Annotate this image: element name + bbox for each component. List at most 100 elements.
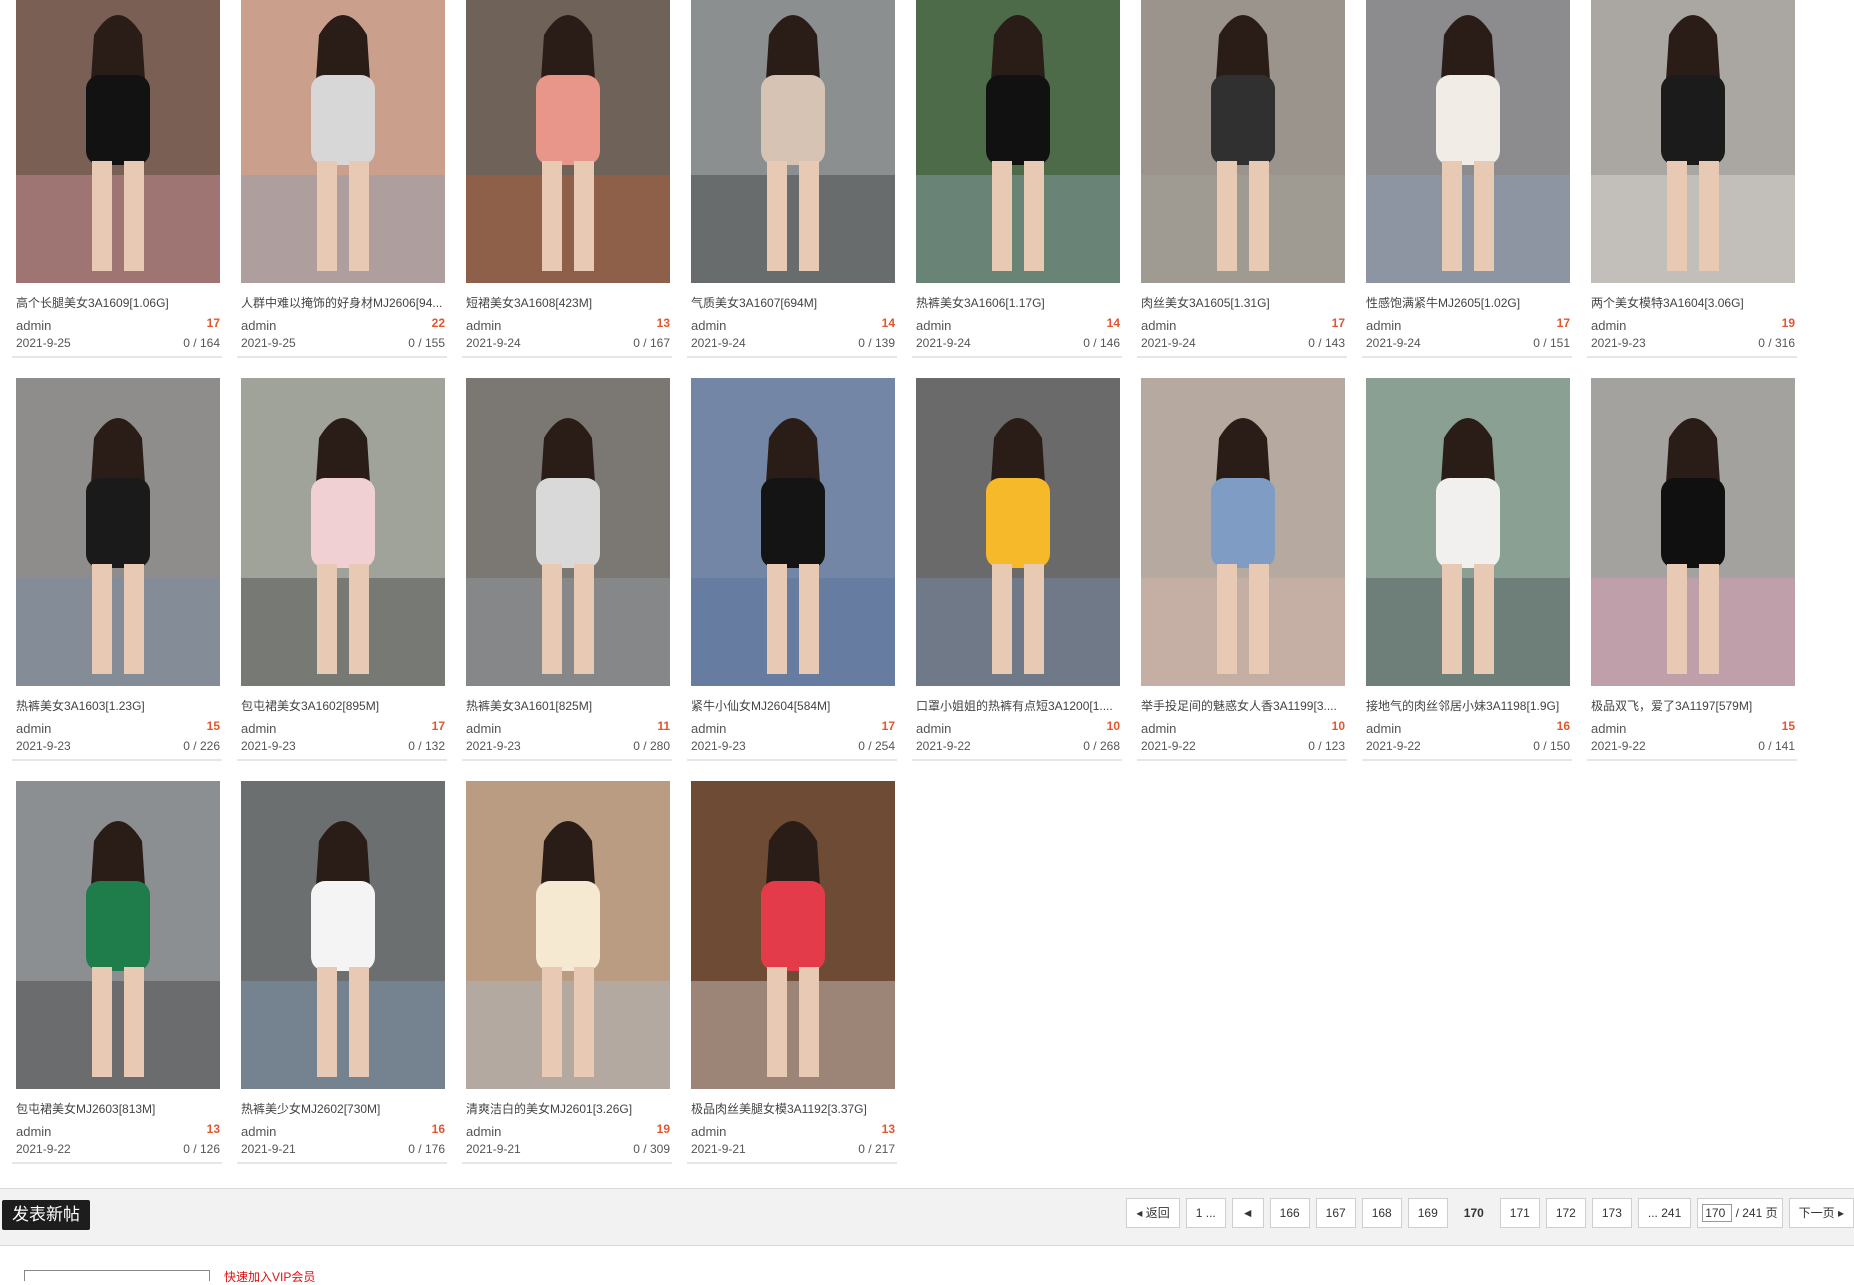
thread-title[interactable]: 极品双飞，爱了3A1197[579M] (1591, 697, 1795, 714)
thread-thumbnail[interactable] (16, 378, 220, 686)
card-divider (12, 759, 222, 761)
thread-thumbnail[interactable] (1591, 0, 1795, 283)
thread-author[interactable]: admin (1591, 318, 1626, 333)
thread-title[interactable]: 短裙美女3A1608[423M] (466, 294, 670, 311)
footer-search-input[interactable] (24, 1270, 210, 1281)
thread-card[interactable]: 高个长腿美女3A1609[1.06G] admin 17 2021-9-25 0 / 1… (12, 0, 222, 403)
prev-page-button[interactable]: ◄ (1231, 1198, 1264, 1228)
thread-card[interactable]: 肉丝美女3A1605[1.31G] admin 17 2021-9-24 0 / 143 (1137, 0, 1347, 403)
thread-author[interactable]: admin (16, 318, 51, 333)
page-169[interactable]: 169 (1407, 1198, 1448, 1228)
page-first[interactable]: 1 ... (1185, 1198, 1226, 1228)
page-171[interactable]: 171 (1499, 1198, 1540, 1228)
thread-title[interactable]: 接地气的肉丝邻居小妹3A1198[1.9G] (1366, 697, 1570, 714)
thread-author[interactable]: admin (466, 318, 501, 333)
thread-title[interactable]: 极品肉丝美腿女模3A1192[3.37G] (691, 1100, 895, 1117)
thread-thumbnail[interactable] (691, 781, 895, 1089)
thread-title[interactable]: 清爽洁白的美女MJ2601[3.26G] (466, 1100, 670, 1117)
thread-thumbnail[interactable] (16, 0, 220, 283)
thread-title[interactable]: 热裤美女3A1603[1.23G] (16, 697, 220, 714)
thread-author[interactable]: admin (916, 318, 951, 333)
thread-title[interactable]: 肉丝美女3A1605[1.31G] (1141, 294, 1345, 311)
thread-thumbnail[interactable] (16, 781, 220, 1089)
thread-author[interactable]: admin (916, 721, 951, 736)
page-167[interactable]: 167 (1315, 1198, 1356, 1228)
thread-thumbnail[interactable] (241, 781, 445, 1089)
thread-card[interactable]: 清爽洁白的美女MJ2601[3.26G] admin 19 2021-9-21 0 / … (462, 781, 672, 1209)
thread-title[interactable]: 热裤美女3A1601[825M] (466, 697, 670, 714)
thread-author[interactable]: admin (1141, 721, 1176, 736)
thread-card[interactable]: 极品肉丝美腿女模3A1192[3.37G] admin 13 2021-9-21 0 /… (687, 781, 897, 1209)
thread-author[interactable]: admin (241, 721, 276, 736)
thread-card[interactable]: 热裤美少女MJ2602[730M] admin 16 2021-9-21 0 / 176 (237, 781, 447, 1209)
thread-card[interactable]: 接地气的肉丝邻居小妹3A1198[1.9G] admin 16 2021-9-22 0 … (1362, 378, 1572, 806)
new-post-button[interactable]: 发表新帖 (2, 1200, 90, 1230)
thread-thumbnail[interactable] (916, 378, 1120, 686)
thread-title[interactable]: 口罩小姐姐的热裤有点短3A1200[1.... (916, 697, 1120, 714)
thread-title[interactable]: 热裤美女3A1606[1.17G] (916, 294, 1120, 311)
thread-author[interactable]: admin (16, 1124, 51, 1139)
page-166[interactable]: 166 (1269, 1198, 1310, 1228)
thread-thumbnail[interactable] (466, 378, 670, 686)
thread-author[interactable]: admin (466, 721, 501, 736)
card-divider (687, 759, 897, 761)
thread-card[interactable]: 短裙美女3A1608[423M] admin 13 2021-9-24 0 / 167 (462, 0, 672, 403)
thread-card[interactable]: 极品双飞，爱了3A1197[579M] admin 15 2021-9-22 0 / 1… (1587, 378, 1797, 806)
next-page-button[interactable]: 下一页 ▸ (1788, 1198, 1854, 1228)
thread-card[interactable]: 人群中难以掩饰的好身材MJ2606[94... admin 22 2021-9-25 0… (237, 0, 447, 403)
page-total: / 241 页 (1735, 1206, 1778, 1220)
thread-card[interactable]: 口罩小姐姐的热裤有点短3A1200[1.... admin 10 2021-9-22 0… (912, 378, 1122, 806)
thread-thumbnail[interactable] (1141, 0, 1345, 283)
thread-author[interactable]: admin (1366, 318, 1401, 333)
thread-title[interactable]: 包屯裙美女MJ2603[813M] (16, 1100, 220, 1117)
thread-author[interactable]: admin (16, 721, 51, 736)
thread-thumbnail[interactable] (1141, 378, 1345, 686)
thread-title[interactable]: 气质美女3A1607[694M] (691, 294, 895, 311)
thread-card[interactable]: 举手投足间的魅惑女人香3A1199[3.... admin 10 2021-9-22 0… (1137, 378, 1347, 806)
thread-author[interactable]: admin (691, 318, 726, 333)
thread-thumbnail[interactable] (916, 0, 1120, 283)
thread-author[interactable]: admin (241, 1124, 276, 1139)
thread-thumbnail[interactable] (1366, 0, 1570, 283)
thread-card[interactable]: 两个美女模特3A1604[3.06G] admin 19 2021-9-23 0 / 3… (1587, 0, 1797, 403)
thread-card[interactable]: 热裤美女3A1601[825M] admin 11 2021-9-23 0 / 280 (462, 378, 672, 806)
thread-views: 0 / 316 (1758, 336, 1795, 350)
thread-title[interactable]: 两个美女模特3A1604[3.06G] (1591, 294, 1795, 311)
thread-card[interactable]: 热裤美女3A1603[1.23G] admin 15 2021-9-23 0 / 226 (12, 378, 222, 806)
thread-thumbnail[interactable] (691, 0, 895, 283)
thread-author[interactable]: admin (691, 1124, 726, 1139)
thread-author[interactable]: admin (1591, 721, 1626, 736)
thread-title[interactable]: 性感饱满紧牛MJ2605[1.02G] (1366, 294, 1570, 311)
thread-card[interactable]: 热裤美女3A1606[1.17G] admin 14 2021-9-24 0 / 146 (912, 0, 1122, 403)
thread-author[interactable]: admin (241, 318, 276, 333)
thread-thumbnail[interactable] (241, 378, 445, 686)
back-button[interactable]: ◂ 返回 (1126, 1198, 1180, 1228)
thread-thumbnail[interactable] (241, 0, 445, 283)
thread-card[interactable]: 包屯裙美女3A1602[895M] admin 17 2021-9-23 0 / 132 (237, 378, 447, 806)
thread-author[interactable]: admin (1141, 318, 1176, 333)
page-jump-input[interactable]: 170 (1702, 1204, 1733, 1222)
thread-card[interactable]: 包屯裙美女MJ2603[813M] admin 13 2021-9-22 0 / 126 (12, 781, 222, 1209)
thread-author[interactable]: admin (466, 1124, 501, 1139)
thread-thumbnail[interactable] (466, 781, 670, 1089)
thread-title[interactable]: 高个长腿美女3A1609[1.06G] (16, 294, 220, 311)
page-168[interactable]: 168 (1361, 1198, 1402, 1228)
page-172[interactable]: 172 (1545, 1198, 1586, 1228)
thread-title[interactable]: 热裤美少女MJ2602[730M] (241, 1100, 445, 1117)
page-173[interactable]: 173 (1591, 1198, 1632, 1228)
thread-thumbnail[interactable] (1366, 378, 1570, 686)
thread-card[interactable]: 紧牛小仙女MJ2604[584M] admin 17 2021-9-23 0 / 254 (687, 378, 897, 806)
thread-title[interactable]: 包屯裙美女3A1602[895M] (241, 697, 445, 714)
thread-card[interactable]: 性感饱满紧牛MJ2605[1.02G] admin 17 2021-9-24 0 / 1… (1362, 0, 1572, 403)
thread-title[interactable]: 举手投足间的魅惑女人香3A1199[3.... (1141, 697, 1345, 714)
thread-author[interactable]: admin (691, 721, 726, 736)
thread-author[interactable]: admin (1366, 721, 1401, 736)
page-last[interactable]: ... 241 (1637, 1198, 1692, 1228)
thread-card[interactable]: 气质美女3A1607[694M] admin 14 2021-9-24 0 / 139 (687, 0, 897, 403)
thread-thumbnail[interactable] (691, 378, 895, 686)
thread-thumbnail[interactable] (1591, 378, 1795, 686)
thread-title[interactable]: 人群中难以掩饰的好身材MJ2606[94... (241, 294, 445, 311)
thread-thumbnail[interactable] (466, 0, 670, 283)
thread-date: 2021-9-22 (1591, 739, 1646, 753)
thread-title[interactable]: 紧牛小仙女MJ2604[584M] (691, 697, 895, 714)
